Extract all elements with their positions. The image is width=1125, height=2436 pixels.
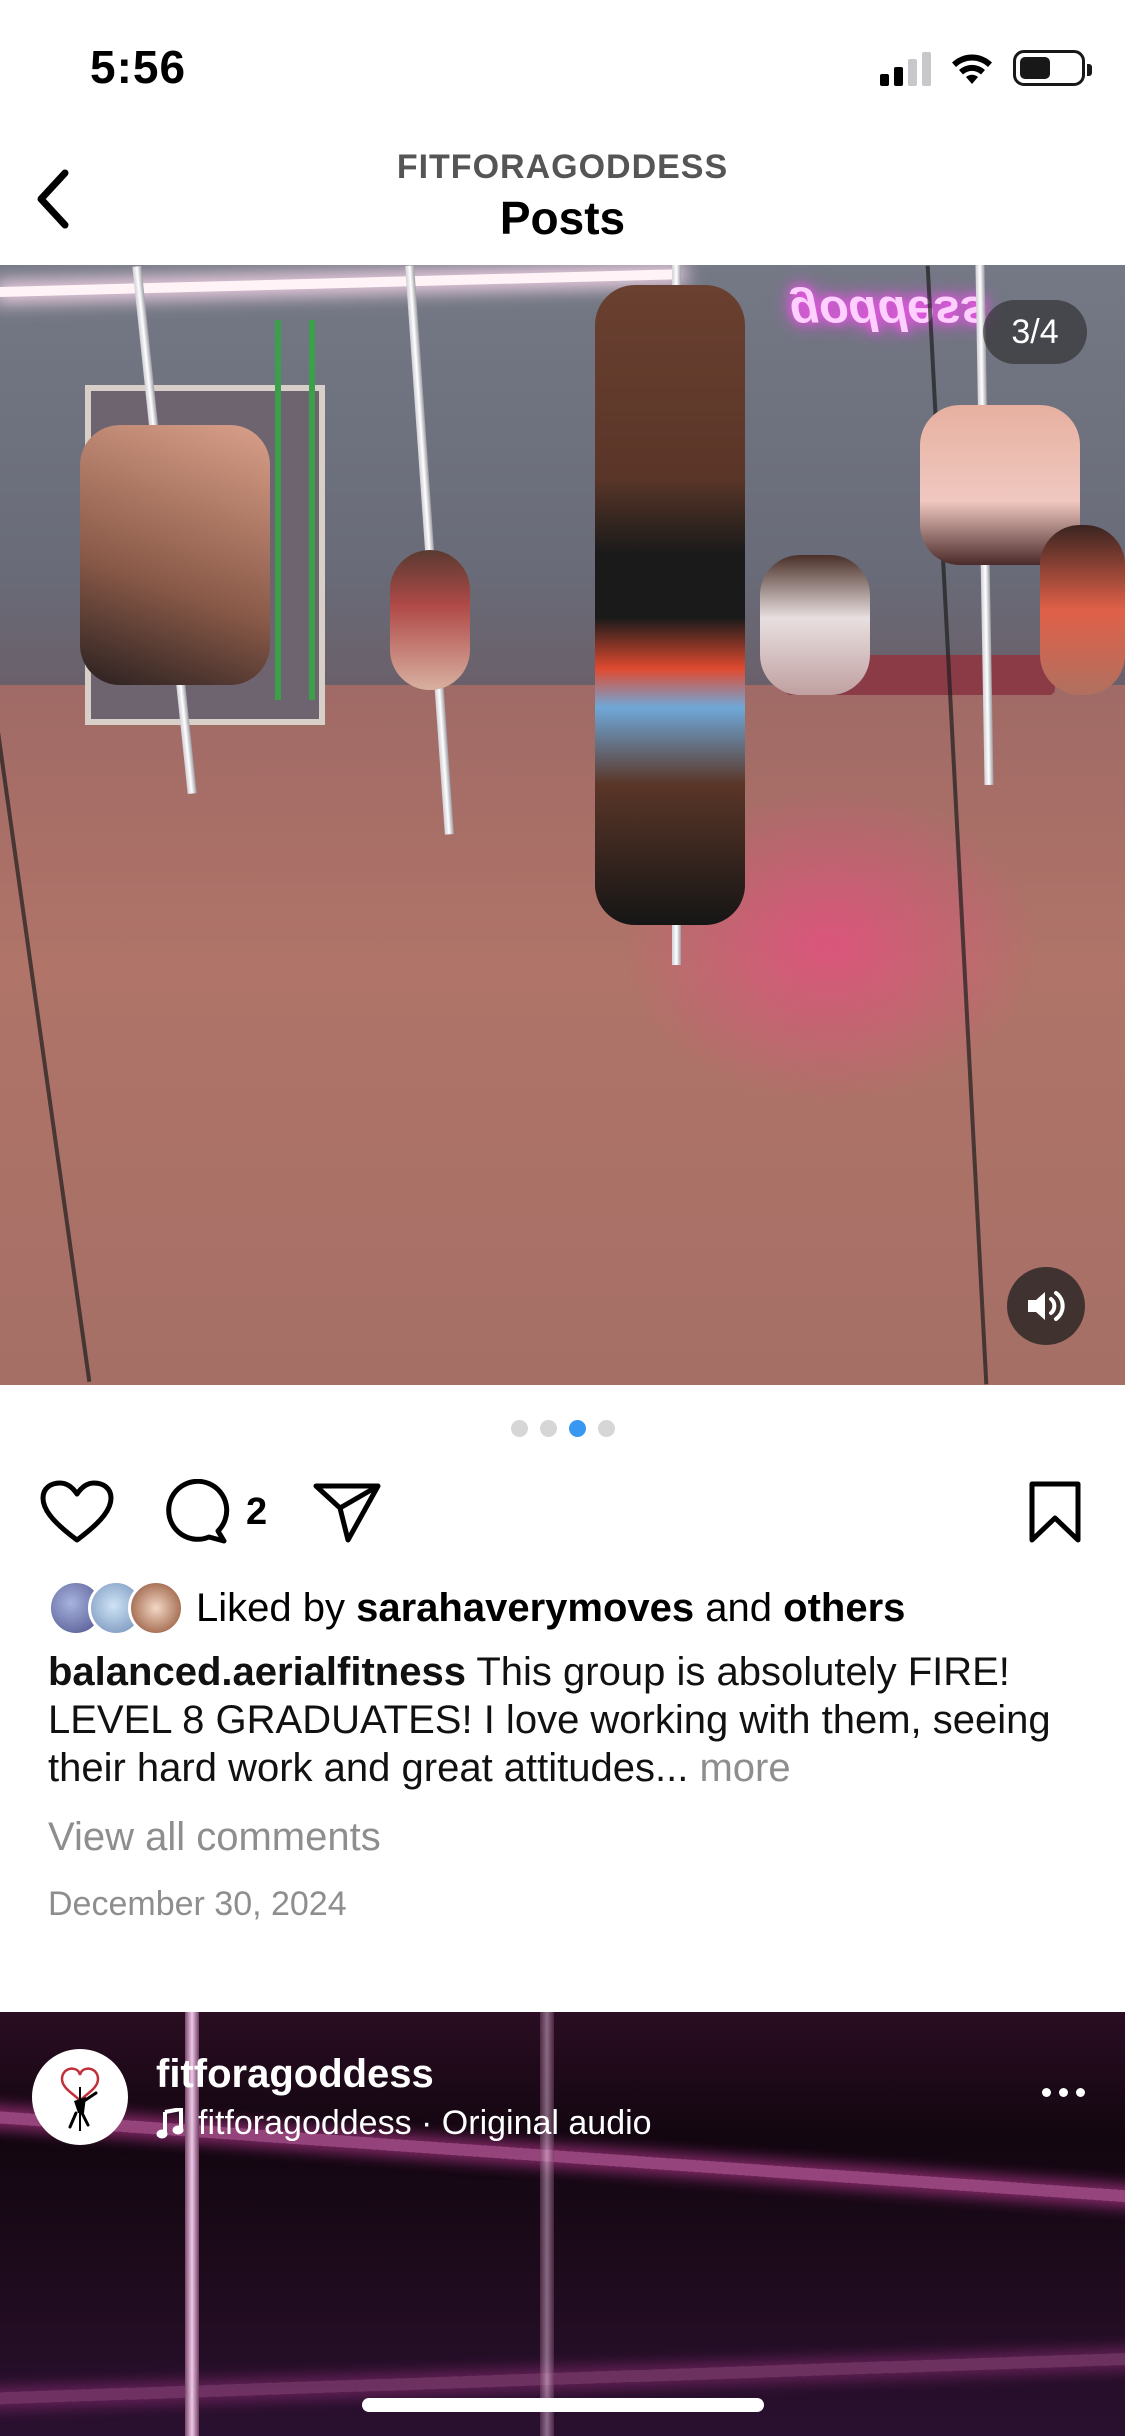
liked-by-others[interactable]: others [783, 1586, 905, 1631]
next-post-preview[interactable]: fitforagoddess fitforagoddess · Original… [0, 2012, 1125, 2436]
heart-icon [40, 1480, 114, 1543]
instagram-post-screen: 5:56 FITFORAGODDESS Posts goddess 3/4 2 … [0, 0, 1125, 2436]
carousel-dot [597, 1420, 615, 1437]
more-options-button[interactable] [1042, 2088, 1085, 2097]
pole [540, 2012, 554, 2436]
share-button[interactable] [312, 1480, 382, 1544]
likes-row[interactable]: Liked by sarahaverymoves and others [48, 1580, 905, 1636]
avatar [128, 1580, 184, 1636]
liked-by-and: and [705, 1585, 773, 1630]
comment-icon [166, 1479, 230, 1544]
home-indicator[interactable] [362, 2398, 764, 2412]
carousel-dot-active [568, 1420, 586, 1437]
post-media[interactable]: goddess 3/4 [0, 265, 1125, 1385]
neon-beam [0, 2351, 1125, 2405]
view-all-comments-link[interactable]: View all comments [48, 1815, 381, 1860]
neon-sign: goddess [790, 286, 988, 339]
next-post-audio[interactable]: fitforagoddess · Original audio [156, 2104, 652, 2143]
comment-button[interactable]: 2 [162, 1479, 268, 1544]
caption-username[interactable]: balanced.aerialfitness [48, 1650, 466, 1694]
more-dots-icon [1059, 2088, 1068, 2097]
performer-figure [595, 285, 745, 925]
next-post-avatar[interactable] [32, 2049, 128, 2145]
nav-title-group: FITFORAGODDESS Posts [0, 148, 1125, 245]
page-title: Posts [499, 192, 626, 244]
like-button[interactable] [40, 1480, 114, 1544]
performer-figure [80, 425, 270, 685]
wifi-icon [952, 54, 992, 84]
battery-cap [1087, 64, 1092, 76]
seated-person [390, 550, 470, 690]
seated-person [1040, 525, 1125, 695]
more-dots-icon [1042, 2088, 1051, 2097]
status-bar: 5:56 [0, 0, 1125, 140]
carousel-dot [510, 1420, 528, 1437]
music-note-icon [156, 2107, 184, 2138]
nav-header: FITFORAGODDESS Posts [0, 140, 1125, 265]
post-date: December 30, 2024 [48, 1885, 347, 1923]
sound-toggle-button[interactable] [1007, 1267, 1085, 1345]
seated-person [760, 555, 870, 695]
cellular-signal-icon [880, 50, 931, 86]
liker-avatars [48, 1580, 186, 1636]
battery-fill [1020, 57, 1050, 79]
fitforagoddess-logo-icon [60, 2067, 100, 2131]
caption-more-link[interactable]: more [699, 1746, 790, 1790]
liked-by-username[interactable]: sarahaverymoves [356, 1586, 694, 1631]
post-caption: balanced.aerialfitness This group is abs… [48, 1648, 1088, 1792]
more-dots-icon [1076, 2088, 1085, 2097]
post-actions: 2 [0, 1470, 1125, 1550]
liked-by-prefix: Liked by [196, 1585, 345, 1630]
bookmark-icon [1029, 1481, 1081, 1543]
green-ladder [275, 320, 315, 700]
comment-count: 2 [246, 1490, 268, 1533]
save-button[interactable] [1027, 1480, 1083, 1544]
carousel-indicator [0, 1420, 1125, 1437]
battery-icon [1013, 50, 1092, 86]
nav-subtitle: FITFORAGODDESS [396, 148, 729, 186]
carousel-dot [539, 1420, 557, 1437]
next-post-username[interactable]: fitforagoddess [156, 2052, 434, 2097]
next-post-audio-label: fitforagoddess · Original audio [198, 2104, 652, 2142]
sound-icon [1028, 1291, 1065, 1321]
status-icons [880, 48, 1092, 88]
carousel-page-counter: 3/4 [983, 300, 1087, 364]
status-time: 5:56 [90, 41, 187, 93]
share-icon [313, 1483, 381, 1543]
